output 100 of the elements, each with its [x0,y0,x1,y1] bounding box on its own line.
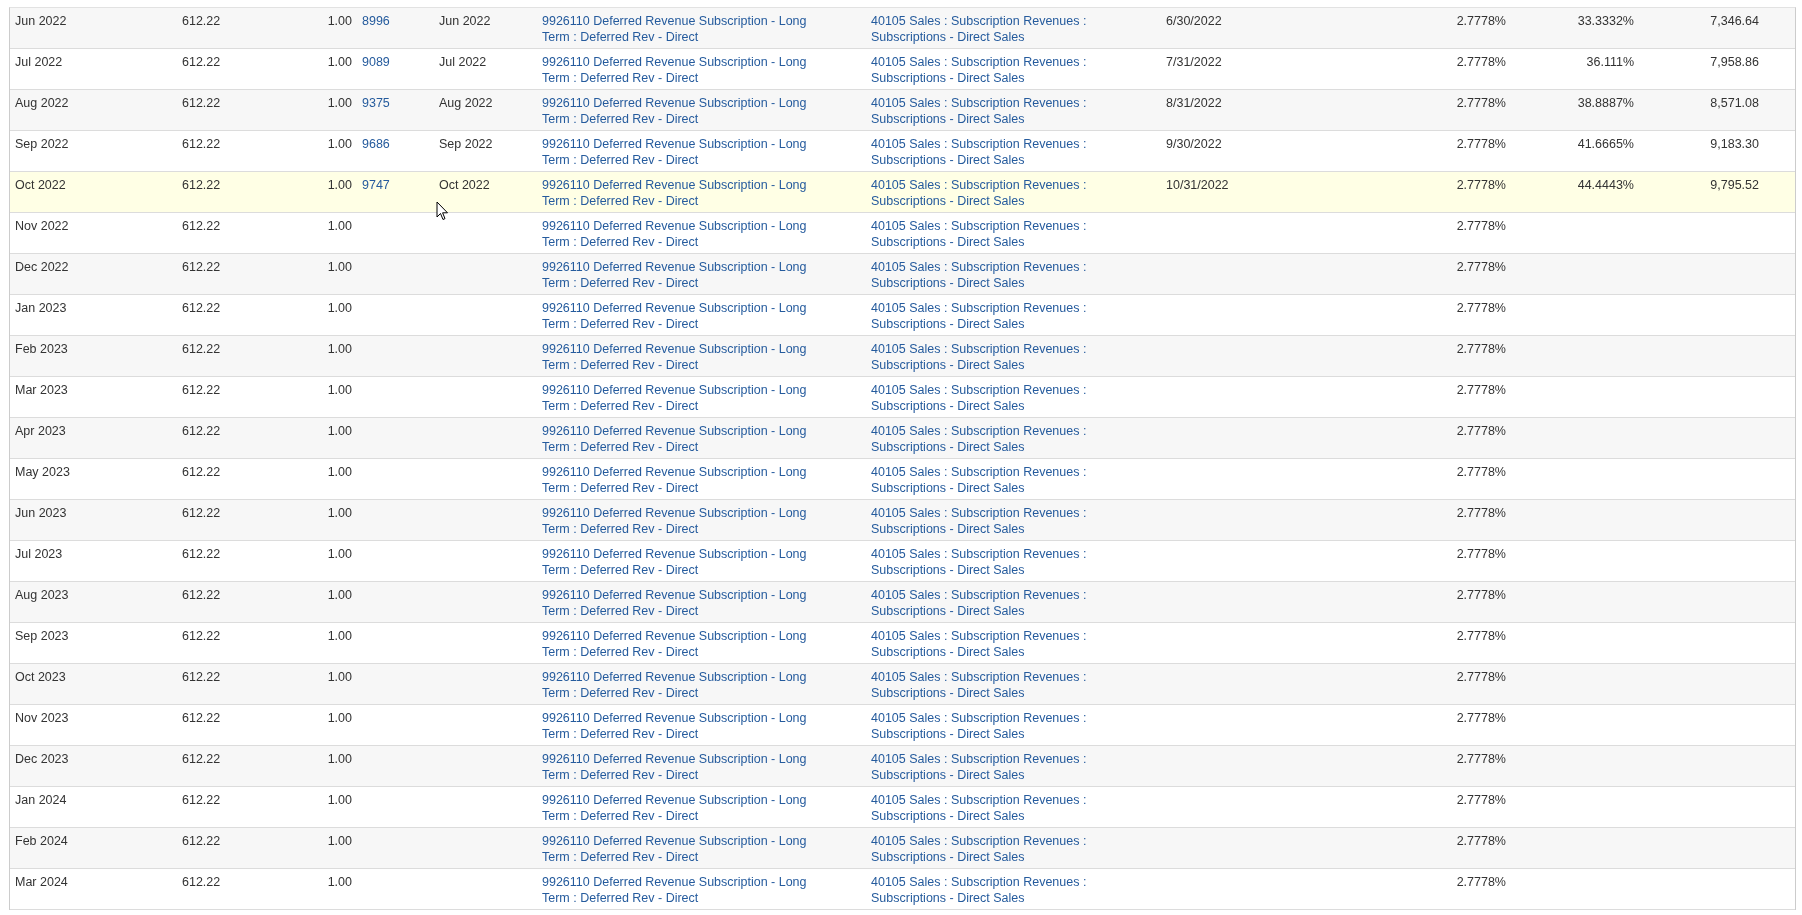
account-link[interactable]: 40105 Sales : Subscription Revenues : Subscriptions - Direct Sales [871,55,1096,86]
account-link[interactable]: 40105 Sales : Subscription Revenues : Subscriptions - Direct Sales [871,383,1096,414]
table-row[interactable] [10,172,1795,213]
account-link[interactable]: 9926110 Deferred Revenue Subscription - Long Term : Deferred Rev - Direct [542,629,827,660]
table-cell-text: 612.22 [182,464,222,481]
account-link[interactable]: 9926110 Deferred Revenue Subscription - Long Term : Deferred Rev - Direct [542,96,827,127]
table-row[interactable]: Jun 2023 612.22 1.00 9926110 Deferred Revenue Subscription - Long Term : Deferred Rev - Direct 40105 Sales : Subscription Revenues : Subscriptions - Direct Sales 2.7778% [10,500,1795,541]
table-cell-text: Jul 2022 [15,54,64,71]
table-cell-text: 1.00 [326,136,352,153]
table-cell: 8/31/2022 [1166,96,1222,110]
journal-link[interactable]: 9747 [362,178,390,192]
table-row[interactable] [10,8,1795,49]
table-cell-text: 1.00 [326,54,352,71]
account-link[interactable]: 40105 Sales : Subscription Revenues : Subscriptions - Direct Sales [871,465,1096,496]
table-row[interactable] [10,90,1795,131]
account-link[interactable]: 9926110 Deferred Revenue Subscription - Long Term : Deferred Rev - Direct [542,670,827,701]
account-link[interactable]: 9926110 Deferred Revenue Subscription - Long Term : Deferred Rev - Direct [542,506,827,537]
table-cell-text: Jan 2023 [15,300,68,317]
account-link[interactable]: 9926110 Deferred Revenue Subscription - Long Term : Deferred Rev - Direct [542,219,827,250]
account-link[interactable]: 40105 Sales : Subscription Revenues : Subscriptions - Direct Sales [871,711,1096,742]
account-link[interactable]: 40105 Sales : Subscription Revenues : Subscriptions - Direct Sales [871,219,1096,250]
table-cell-text: 1.00 [326,587,352,604]
table-cell: 2.7778% [1456,793,1506,807]
table-cell: 2.7778% [1456,219,1506,233]
table-cell: 10/31/2022 [1166,178,1229,192]
table-row[interactable]: Feb 2023 612.22 1.00 9926110 Deferred Revenue Subscription - Long Term : Deferred Rev - Direct 40105 Sales : Subscription Revenues : Subscriptions - Direct Sales 2.7778% [10,336,1795,377]
table-row[interactable]: Dec 2022 612.22 1.00 9926110 Deferred Revenue Subscription - Long Term : Deferred Rev - Direct 40105 Sales : Subscription Revenues : Subscriptions - Direct Sales 2.7778% [10,254,1795,295]
table-cell-text: 612.22 [182,751,222,768]
table-cell-text: 612.22 [182,546,222,563]
account-link[interactable]: 9926110 Deferred Revenue Subscription - Long Term : Deferred Rev - Direct [542,342,827,373]
account-link[interactable]: 40105 Sales : Subscription Revenues : Subscriptions - Direct Sales [871,588,1096,619]
account-link[interactable]: 9926110 Deferred Revenue Subscription - Long Term : Deferred Rev - Direct [542,834,827,865]
account-link[interactable]: 40105 Sales : Subscription Revenues : Subscriptions - Direct Sales [871,342,1096,373]
account-link[interactable]: 9926110 Deferred Revenue Subscription - Long Term : Deferred Rev - Direct [542,301,827,332]
table-cell: 38.8887% [1577,96,1634,110]
table-cell: 9/30/2022 [1166,137,1222,151]
table-cell: 2.7778% [1456,588,1506,602]
table-cell: 9,183.30 [1710,137,1759,151]
table-row[interactable]: Dec 2023 612.22 1.00 9926110 Deferred Revenue Subscription - Long Term : Deferred Rev - Direct 40105 Sales : Subscription Revenues : Subscriptions - Direct Sales 2.7778% [10,746,1795,787]
account-link[interactable]: 9926110 Deferred Revenue Subscription - Long Term : Deferred Rev - Direct [542,547,827,578]
table-cell: 2.7778% [1456,342,1506,356]
table-cell-text: 1.00 [326,95,352,112]
table-cell-text: 1.00 [326,505,352,522]
account-link[interactable]: 9926110 Deferred Revenue Subscription - Long Term : Deferred Rev - Direct [542,752,827,783]
account-link[interactable]: 40105 Sales : Subscription Revenues : Subscriptions - Direct Sales [871,506,1096,537]
table-cell-text: 1.00 [326,669,352,686]
table-row[interactable]: Feb 2024 612.22 1.00 9926110 Deferred Revenue Subscription - Long Term : Deferred Rev - Direct 40105 Sales : Subscription Revenues : Subscriptions - Direct Sales 2.7778% [10,828,1795,869]
account-link[interactable]: 40105 Sales : Subscription Revenues : Subscriptions - Direct Sales [871,793,1096,824]
table-cell-text: 612.22 [182,382,222,399]
table-cell: 2.7778% [1456,14,1506,28]
table-cell-text: Oct 2023 [15,669,67,686]
account-link[interactable]: 9926110 Deferred Revenue Subscription - Long Term : Deferred Rev - Direct [542,178,827,209]
account-link[interactable]: 9926110 Deferred Revenue Subscription - Long Term : Deferred Rev - Direct [542,588,827,619]
account-link[interactable]: 9926110 Deferred Revenue Subscription - Long Term : Deferred Rev - Direct [542,424,827,455]
table-cell-text: 612.22 [182,177,222,194]
account-link[interactable]: 40105 Sales : Subscription Revenues : Subscriptions - Direct Sales [871,424,1096,455]
table-cell: 9,795.52 [1710,178,1759,192]
account-link[interactable]: 9926110 Deferred Revenue Subscription - Long Term : Deferred Rev - Direct [542,260,827,291]
account-link[interactable]: 40105 Sales : Subscription Revenues : Subscriptions - Direct Sales [871,178,1096,209]
account-link[interactable]: 40105 Sales : Subscription Revenues : Subscriptions - Direct Sales [871,547,1096,578]
table-cell-text: 612.22 [182,300,222,317]
table-cell-text: Jul 2023 [15,546,64,563]
table-row[interactable]: Aug 2023 612.22 1.00 9926110 Deferred Revenue Subscription - Long Term : Deferred Rev - Direct 40105 Sales : Subscription Revenues : Subscriptions - Direct Sales 2.7778% [10,582,1795,623]
table-cell-text: Sep 2022 [15,136,70,153]
table-cell-text: 1.00 [326,259,352,276]
account-link[interactable]: 40105 Sales : Subscription Revenues : Subscriptions - Direct Sales [871,629,1096,660]
account-link[interactable]: 40105 Sales : Subscription Revenues : Subscriptions - Direct Sales [871,260,1096,291]
account-link[interactable]: 9926110 Deferred Revenue Subscription - Long Term : Deferred Rev - Direct [542,14,827,45]
account-link[interactable]: 9926110 Deferred Revenue Subscription - Long Term : Deferred Rev - Direct [542,383,827,414]
journal-link[interactable]: 8996 [362,14,390,28]
account-link[interactable]: 9926110 Deferred Revenue Subscription - Long Term : Deferred Rev - Direct [542,137,827,168]
account-link[interactable]: 9926110 Deferred Revenue Subscription - Long Term : Deferred Rev - Direct [542,875,827,906]
table-cell: 36.111% [1586,55,1634,69]
table-cell-text: Mar 2023 [15,382,69,399]
table-cell: 2.7778% [1456,752,1506,766]
table-cell-text: Nov 2023 [15,710,70,727]
journal-link[interactable]: 9686 [362,137,390,151]
journal-link[interactable]: 9089 [362,55,390,69]
account-link[interactable]: 40105 Sales : Subscription Revenues : Subscriptions - Direct Sales [871,137,1096,168]
table-cell-text: 612.22 [182,95,222,112]
account-link[interactable]: 40105 Sales : Subscription Revenues : Subscriptions - Direct Sales [871,301,1096,332]
account-link[interactable]: 40105 Sales : Subscription Revenues : Subscriptions - Direct Sales [871,752,1096,783]
account-link[interactable]: 9926110 Deferred Revenue Subscription - Long Term : Deferred Rev - Direct [542,55,827,86]
table-row[interactable]: Apr 2023 612.22 1.00 9926110 Deferred Revenue Subscription - Long Term : Deferred Rev - Direct 40105 Sales : Subscription Revenues : Subscriptions - Direct Sales 2.7778% [10,418,1795,459]
account-link[interactable]: 40105 Sales : Subscription Revenues : Subscriptions - Direct Sales [871,96,1096,127]
table-cell-text: 1.00 [326,382,352,399]
account-link[interactable]: 9926110 Deferred Revenue Subscription - Long Term : Deferred Rev - Direct [542,793,827,824]
journal-link[interactable]: 9375 [362,96,390,110]
table-cell: Oct 2022 [439,178,490,192]
account-link[interactable]: 40105 Sales : Subscription Revenues : Subscriptions - Direct Sales [871,670,1096,701]
table-cell-text: 612.22 [182,423,222,440]
table-cell-text: 612.22 [182,710,222,727]
account-link[interactable]: 40105 Sales : Subscription Revenues : Subscriptions - Direct Sales [871,875,1096,906]
table-cell-text: Jun 2022 [15,13,68,30]
table-cell: Jun 2022 [439,14,491,28]
account-link[interactable]: 9926110 Deferred Revenue Subscription - Long Term : Deferred Rev - Direct [542,711,827,742]
table-row[interactable]: Oct 2023 612.22 1.00 9926110 Deferred Revenue Subscription - Long Term : Deferred Rev - Direct 40105 Sales : Subscription Revenues : Subscriptions - Direct Sales 2.7778% [10,664,1795,705]
account-link[interactable]: 9926110 Deferred Revenue Subscription - Long Term : Deferred Rev - Direct [542,465,827,496]
account-link[interactable]: 40105 Sales : Subscription Revenues : Subscriptions - Direct Sales [871,834,1096,865]
account-link[interactable]: 40105 Sales : Subscription Revenues : Subscriptions - Direct Sales [871,14,1096,45]
